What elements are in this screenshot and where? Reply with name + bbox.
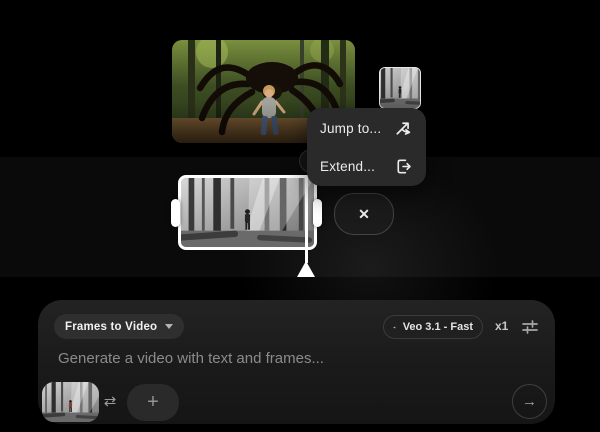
extend-icon — [394, 157, 413, 176]
plus-icon: + — [147, 391, 159, 414]
clip-context-menu: Jump to... Extend... — [307, 108, 426, 186]
swap-frames-icon[interactable]: ⇄ — [99, 390, 121, 412]
chevron-down-icon — [165, 324, 173, 329]
bw-forest-art — [42, 382, 99, 422]
playhead-marker[interactable] — [297, 261, 315, 277]
mode-selector-button[interactable]: Frames to Video — [54, 314, 184, 339]
deselect-clip-button[interactable]: ✕ — [334, 193, 394, 235]
jump-to-icon — [394, 119, 413, 138]
settings-sliders-icon[interactable] — [519, 316, 541, 338]
output-count-label[interactable]: x1 — [495, 319, 508, 333]
add-frame-button[interactable]: + — [127, 384, 179, 421]
menu-item-jump-to[interactable]: Jump to... — [307, 109, 426, 147]
model-selector-button[interactable]: Veo 3.1 - Fast — [383, 315, 483, 339]
swap-glyph: ⇄ — [104, 392, 117, 410]
flow-editor-stage: Jump to... Extend... — [0, 0, 600, 432]
generate-send-button[interactable]: → — [512, 384, 547, 419]
menu-item-extend[interactable]: Extend... — [307, 147, 426, 185]
composer-panel: Frames to Video Veo 3.1 - Fast x1 ⇄ — [38, 300, 555, 424]
mode-selector-label: Frames to Video — [65, 321, 157, 333]
clip-trim-handle-left[interactable] — [171, 199, 180, 227]
close-icon: ✕ — [358, 206, 370, 223]
volume-icon — [393, 321, 397, 334]
bw-forest-art — [181, 178, 314, 247]
bw-forest-art — [380, 68, 420, 108]
playhead-line[interactable] — [305, 175, 308, 263]
menu-item-label: Extend... — [320, 159, 375, 174]
attached-frame-thumbnail[interactable] — [379, 67, 421, 109]
prompt-input[interactable] — [56, 344, 530, 372]
model-selector-label: Veo 3.1 - Fast — [403, 321, 473, 333]
menu-item-label: Jump to... — [320, 121, 381, 136]
selected-timeline-clip[interactable] — [178, 175, 317, 250]
clip-trim-handle-right[interactable] — [313, 199, 322, 227]
arrow-right-icon: → — [522, 393, 537, 410]
frame-chip-thumbnail[interactable] — [42, 382, 99, 422]
